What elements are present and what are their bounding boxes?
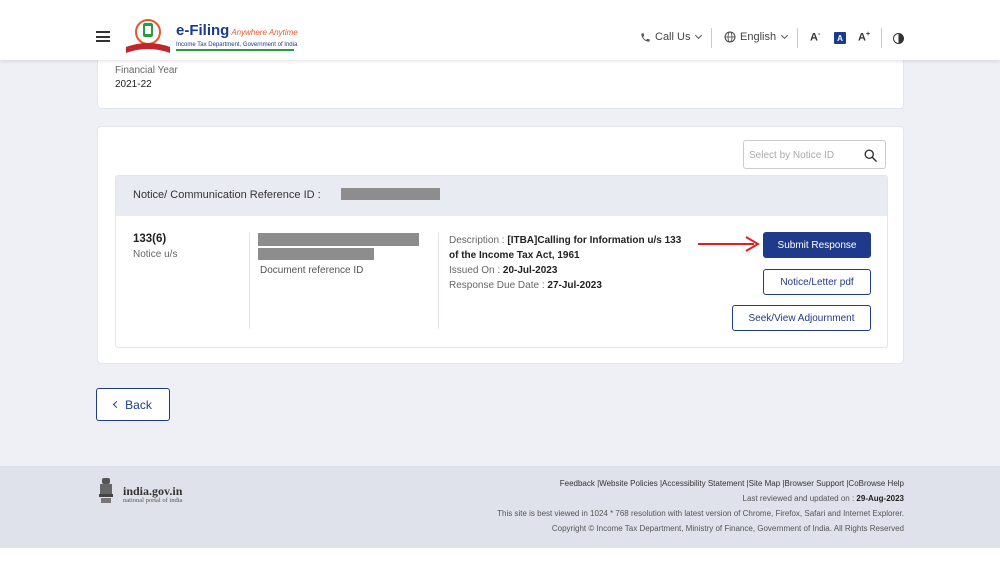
- footer-link-feedback[interactable]: Feedback: [560, 479, 595, 488]
- logo-underline: [176, 49, 294, 51]
- national-emblem-icon: [99, 478, 113, 503]
- notice-id-search-input[interactable]: [749, 146, 854, 164]
- redacted-reference-id: [341, 188, 440, 200]
- last-reviewed-text: Last reviewed and updated on : 29-Aug-20…: [742, 494, 904, 503]
- efiling-logo[interactable]: e-Filing Anywhere Anytime Income Tax Depa…: [176, 22, 298, 51]
- notice-item: Notice/ Communication Reference ID : 133…: [115, 175, 888, 348]
- call-us-label: Call Us: [655, 31, 691, 43]
- logo-title: e-Filing: [176, 22, 230, 39]
- chevron-down-icon: [781, 31, 789, 40]
- back-button[interactable]: Back: [96, 388, 170, 421]
- footer-link-browser-support[interactable]: Browser Support: [785, 479, 845, 488]
- footer: india.gov.in national portal of india Fe…: [0, 466, 1000, 548]
- font-decrease-button[interactable]: A-: [810, 31, 820, 44]
- footer-link-site-map[interactable]: Site Map: [749, 479, 781, 488]
- footer-link-cobrowse[interactable]: CoBrowse Help: [848, 479, 904, 488]
- footer-bottom-strip: [0, 548, 1000, 569]
- notice-card: Notice/ Communication Reference ID : 133…: [97, 126, 904, 364]
- due-date-row: Response Due Date : 27-Jul-2023: [449, 280, 602, 291]
- submit-response-button[interactable]: Submit Response: [763, 232, 871, 258]
- financial-year-label: Financial Year: [115, 65, 178, 76]
- chevron-down-icon: [695, 31, 703, 40]
- redacted-document-id: [258, 233, 419, 246]
- logo-tagline: Anywhere Anytime: [231, 28, 298, 37]
- notice-pdf-button[interactable]: Notice/Letter pdf: [763, 269, 871, 295]
- font-increase-button[interactable]: A+: [858, 31, 870, 44]
- search-icon[interactable]: [863, 148, 878, 163]
- column-divider: [438, 233, 439, 329]
- language-label: English: [740, 31, 777, 43]
- logo-subtitle: Income Tax Department, Government of Ind…: [176, 42, 298, 48]
- language-dropdown[interactable]: English: [724, 31, 789, 43]
- header-divider: [881, 28, 882, 48]
- best-viewed-text: This site is best viewed in 1024 * 768 r…: [497, 509, 904, 518]
- top-header: e-Filing Anywhere Anytime Income Tax Depa…: [0, 0, 1000, 60]
- copyright-text: Copyright © Income Tax Department, Minis…: [551, 524, 904, 533]
- globe-icon: [724, 31, 736, 43]
- notice-section-label: Notice u/s: [133, 249, 178, 260]
- annotation-arrow-icon: [698, 236, 760, 252]
- seek-adjournment-button[interactable]: Seek/View Adjournment: [732, 305, 871, 331]
- document-reference-label: Document reference ID: [260, 265, 364, 276]
- notice-reference-label: Notice/ Communication Reference ID :: [133, 189, 321, 201]
- footer-links: Feedback |Website Policies |Accessibilit…: [559, 479, 904, 488]
- redacted-document-id: [258, 248, 374, 260]
- notice-details: Description : [ITBA]Calling for Informat…: [449, 233, 689, 293]
- financial-year-card: Financial Year 2021-22: [97, 60, 904, 109]
- contrast-icon[interactable]: [893, 33, 904, 44]
- india-gov-subtitle: national portal of india: [123, 497, 183, 504]
- issued-on-row: Issued On : 20-Jul-2023: [449, 265, 558, 276]
- header-divider: [797, 28, 798, 48]
- column-divider: [249, 233, 250, 329]
- footer-link-website-policies[interactable]: Website Policies: [599, 479, 658, 488]
- call-us-dropdown[interactable]: Call Us: [640, 31, 703, 43]
- font-normal-button[interactable]: A: [834, 32, 846, 44]
- financial-year-value: 2021-22: [115, 79, 152, 90]
- efiling-logo-emblem-icon: [126, 19, 170, 53]
- hamburger-icon[interactable]: [96, 31, 110, 42]
- back-label: Back: [125, 397, 152, 412]
- notice-search-box: [743, 140, 886, 169]
- header-divider: [711, 28, 712, 48]
- footer-link-accessibility[interactable]: Accessibility Statement: [662, 479, 744, 488]
- phone-icon: [641, 32, 650, 42]
- chevron-left-icon: [113, 400, 121, 409]
- notice-reference-header: Notice/ Communication Reference ID :: [116, 176, 887, 216]
- notice-section-code: 133(6): [133, 233, 167, 245]
- description-row: Description : [ITBA]Calling for Informat…: [449, 235, 682, 261]
